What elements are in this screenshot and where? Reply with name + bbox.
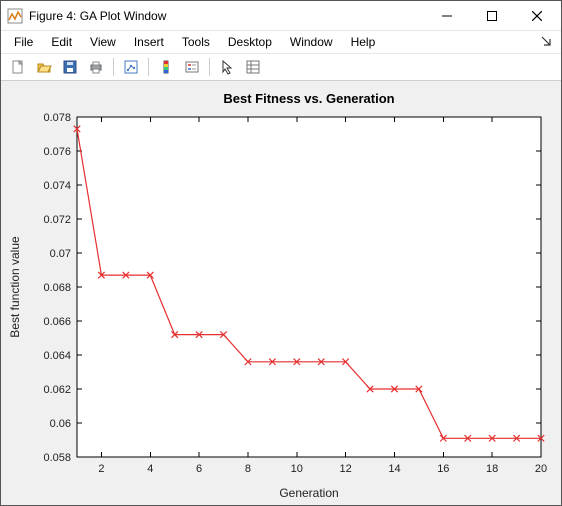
y-tick-label: 0.078 — [43, 112, 71, 124]
edit-plot-icon[interactable] — [215, 56, 239, 78]
y-tick-label: 0.068 — [43, 282, 71, 294]
y-tick-label: 0.072 — [43, 214, 71, 226]
save-icon[interactable] — [58, 56, 82, 78]
property-inspector-icon[interactable] — [241, 56, 265, 78]
insert-colorbar-icon[interactable] — [154, 56, 178, 78]
y-tick-label: 0.066 — [43, 316, 71, 328]
toolbar — [1, 53, 561, 81]
y-tick-label: 0.058 — [43, 452, 71, 464]
menu-tools[interactable]: Tools — [173, 33, 219, 51]
y-tick-label: 0.064 — [43, 350, 71, 362]
menu-desktop[interactable]: Desktop — [219, 33, 281, 51]
x-tick-label: 10 — [291, 463, 303, 475]
separator — [209, 58, 210, 76]
app-icon — [7, 8, 23, 24]
separator — [113, 58, 114, 76]
menu-edit[interactable]: Edit — [42, 33, 81, 51]
maximize-button[interactable] — [469, 1, 514, 30]
menu-insert[interactable]: Insert — [125, 33, 173, 51]
print-icon[interactable] — [84, 56, 108, 78]
y-tick-label: 0.062 — [43, 384, 71, 396]
open-icon[interactable] — [32, 56, 56, 78]
y-tick-label: 0.074 — [43, 180, 71, 192]
link-plot-icon[interactable] — [119, 56, 143, 78]
figure-canvas[interactable]: Best Fitness vs. Generation Generation Bes… — [1, 81, 561, 505]
separator — [148, 58, 149, 76]
insert-legend-icon[interactable] — [180, 56, 204, 78]
menu-file[interactable]: File — [5, 33, 42, 51]
x-tick-label: 16 — [437, 463, 449, 475]
x-tick-label: 18 — [486, 463, 498, 475]
minimize-button[interactable] — [424, 1, 469, 30]
x-tick-label: 4 — [147, 463, 153, 475]
x-tick-label: 2 — [98, 463, 104, 475]
window-controls — [424, 1, 559, 30]
x-tick-label: 20 — [535, 463, 547, 475]
x-axis-label: Generation — [279, 486, 338, 500]
y-tick-label: 0.06 — [50, 418, 71, 430]
y-tick-label: 0.076 — [43, 146, 71, 158]
y-axis-label: Best function value — [8, 236, 22, 338]
y-tick-label: 0.07 — [50, 248, 71, 260]
menu-help[interactable]: Help — [342, 33, 385, 51]
menu-window[interactable]: Window — [281, 33, 342, 51]
menu-view[interactable]: View — [81, 33, 125, 51]
new-figure-icon[interactable] — [6, 56, 30, 78]
dock-icon[interactable] — [535, 36, 557, 49]
menubar: File Edit View Insert Tools Desktop Wind… — [1, 31, 561, 53]
x-tick-label: 6 — [196, 463, 202, 475]
x-tick-label: 8 — [245, 463, 251, 475]
close-button[interactable] — [514, 1, 559, 30]
titlebar: Figure 4: GA Plot Window — [1, 1, 561, 31]
x-tick-label: 14 — [388, 463, 400, 475]
window-title: Figure 4: GA Plot Window — [29, 9, 424, 23]
x-tick-label: 12 — [340, 463, 352, 475]
chart-title: Best Fitness vs. Generation — [223, 91, 394, 106]
